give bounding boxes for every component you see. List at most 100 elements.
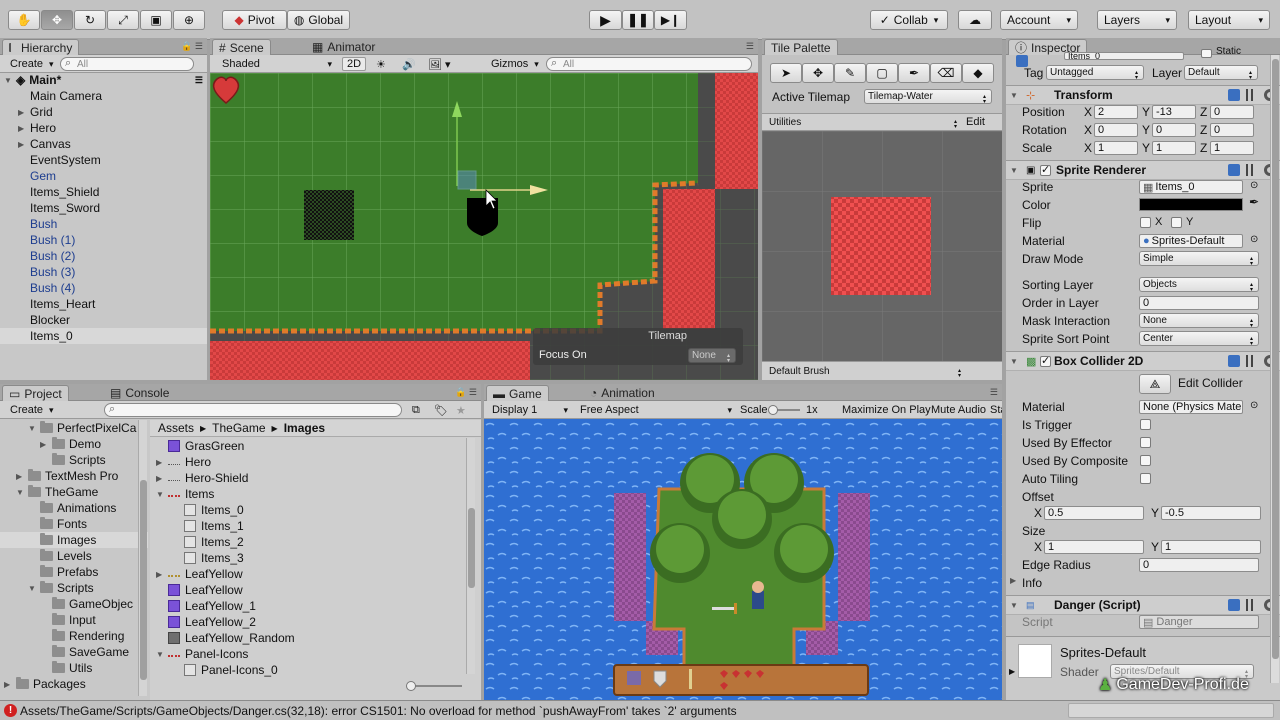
transform-tool-button[interactable]: ⊕	[173, 10, 205, 30]
shading-mode-dropdown[interactable]: Shaded	[222, 57, 332, 71]
pause-button[interactable]: ❚❚	[622, 10, 654, 30]
active-tilemap-dropdown[interactable]: Tilemap-Water	[864, 89, 992, 104]
folder-item[interactable]: Utils	[0, 660, 148, 676]
sprite-renderer-header[interactable]: ▼ ▣ Sprite Renderer	[1006, 160, 1280, 180]
breadcrumb-assets[interactable]: Assets	[158, 421, 194, 435]
hierarchy-item[interactable]: EventSystem	[0, 152, 207, 168]
asset-item[interactable]: Items_2	[150, 534, 468, 550]
tab-project[interactable]: ▭ Project	[2, 385, 69, 401]
expand-arrow-icon[interactable]: ▼	[28, 424, 40, 433]
static-checkbox[interactable]	[1201, 49, 1212, 58]
object-picker-icon[interactable]: ⊙	[1250, 400, 1258, 411]
asset-item[interactable]: LeafYellow	[150, 582, 468, 598]
gizmo-plane-handle[interactable]	[457, 170, 477, 190]
asset-item[interactable]: ▶ Hero-Shield	[150, 470, 468, 486]
box-collider-header[interactable]: ▼ ▩ Box Collider 2D	[1006, 351, 1280, 371]
material-field[interactable]: ● Sprites-Default	[1139, 234, 1243, 248]
gizmos-dropdown[interactable]: Gizmos	[491, 57, 539, 71]
hierarchy-item[interactable]: Bush	[0, 216, 207, 232]
folder-item[interactable]: Fonts	[0, 516, 148, 532]
size-x-field[interactable]: 1	[1044, 540, 1144, 554]
folder-item[interactable]: ▼ Scripts	[0, 580, 148, 596]
sprite-sort-point-dropdown[interactable]: Center	[1139, 331, 1259, 346]
hierarchy-item[interactable]: Items_Sword	[0, 200, 207, 216]
rotation-y-field[interactable]: 0	[1152, 123, 1196, 137]
danger-script-header[interactable]: ▼ ▤ Danger (Script)	[1006, 595, 1280, 615]
asset-list-scrollbar[interactable]	[466, 438, 475, 674]
eraser-button[interactable]: ⌫	[930, 63, 962, 83]
rect-tool-button[interactable]: ▣	[140, 10, 172, 30]
expand-arrow-icon[interactable]: ▶	[18, 124, 30, 133]
expand-arrow-icon[interactable]: ▼	[156, 650, 168, 659]
hierarchy-item[interactable]: Bush (4)	[0, 280, 207, 296]
project-search-input[interactable]	[104, 403, 402, 417]
collider-material-field[interactable]: None (Physics Material 2D)	[1139, 400, 1243, 414]
game-viewport[interactable]	[484, 419, 1002, 700]
hierarchy-search-input[interactable]: All	[60, 57, 194, 71]
sorting-layer-dropdown[interactable]: Objects	[1139, 277, 1259, 292]
hierarchy-item[interactable]: Items_Shield	[0, 184, 207, 200]
layout-dropdown[interactable]: Layout	[1188, 10, 1270, 30]
scene-root-row[interactable]: ▼ ◈ Main* ☰	[0, 72, 207, 88]
move-tile-button[interactable]: ✥	[802, 63, 834, 83]
flip-y-checkbox[interactable]	[1171, 217, 1182, 228]
expand-arrow-icon[interactable]: ▼	[16, 488, 28, 497]
blocker-sprite[interactable]	[304, 190, 354, 240]
tab-animation[interactable]: ◔ Animation	[584, 385, 661, 401]
asset-item[interactable]: Panel-Icons_0	[150, 662, 468, 678]
color-swatch[interactable]	[1139, 198, 1243, 211]
folder-item[interactable]: ▶ Packages	[0, 676, 148, 692]
expand-arrow-icon[interactable]: ▶	[1009, 667, 1015, 676]
help-book-icon[interactable]	[1228, 599, 1240, 611]
rotation-x-field[interactable]: 0	[1094, 123, 1138, 137]
breadcrumb-images[interactable]: Images	[284, 421, 325, 435]
object-name-field[interactable]: Items_0	[1064, 52, 1184, 60]
object-picker-icon[interactable]: ⊙	[1250, 234, 1258, 245]
layer-dropdown[interactable]: Default	[1184, 65, 1258, 80]
asset-item[interactable]: GrasGreen	[150, 438, 468, 454]
asset-item[interactable]: LeafYellow_1	[150, 598, 468, 614]
hierarchy-item[interactable]: Bush (1)	[0, 232, 207, 248]
box-fill-button[interactable]: ▢	[866, 63, 898, 83]
scene-effects-dropdown[interactable]: 🖼 ▾	[428, 57, 451, 71]
paint-brush-button[interactable]: ✎	[834, 63, 866, 83]
hierarchy-item[interactable]: ▶ Hero	[0, 120, 207, 136]
asset-item[interactable]: Items_1	[150, 518, 468, 534]
breadcrumb-thegame[interactable]: TheGame	[212, 421, 265, 435]
edit-collider-button[interactable]: ⟁	[1139, 374, 1171, 394]
tab-scene[interactable]: # Scene	[212, 39, 271, 55]
expand-arrow-icon[interactable]: ▶	[156, 458, 168, 467]
collapse-arrow-icon[interactable]: ▼	[1010, 601, 1022, 610]
asset-item[interactable]: Items_0	[150, 502, 468, 518]
transform-header[interactable]: ▼ ⊹ Transform	[1006, 85, 1280, 105]
expand-arrow-icon[interactable]: ▶	[18, 108, 30, 117]
sprite-renderer-enabled-checkbox[interactable]	[1040, 163, 1051, 176]
folder-item[interactable]: ▼ PerfectPixelCa	[0, 420, 148, 436]
preset-icon[interactable]	[1246, 599, 1258, 611]
info-foldout[interactable]: ▶ Info	[1010, 576, 1042, 590]
folder-item[interactable]: ▶ TextMesh Pro	[0, 468, 148, 484]
inspector-scrollbar[interactable]	[1270, 55, 1279, 683]
scene-audio-toggle[interactable]: 🔊	[402, 57, 416, 71]
scale-slider[interactable]	[768, 405, 800, 415]
expand-arrow-icon[interactable]: ▶	[16, 472, 28, 481]
palette-dropdown[interactable]: Utilities	[766, 115, 962, 130]
used-by-composite-checkbox[interactable]	[1140, 455, 1151, 466]
asset-item[interactable]: ▼ Panel-Icons	[150, 646, 468, 662]
move-tool-button[interactable]: ✥	[41, 10, 73, 30]
maximize-on-play-toggle[interactable]: Maximize On Play	[842, 403, 931, 417]
hierarchy-item[interactable]: Bush (2)	[0, 248, 207, 264]
hierarchy-item[interactable]: Gem	[0, 168, 207, 184]
collab-dropdown[interactable]: ✓ Collab	[870, 10, 948, 30]
draw-mode-dropdown[interactable]: Simple	[1139, 251, 1259, 266]
rotation-z-field[interactable]: 0	[1210, 123, 1254, 137]
position-x-field[interactable]: 2	[1094, 105, 1138, 119]
step-button[interactable]: ▶❙	[654, 10, 687, 30]
hand-tool-button[interactable]: ✋	[8, 10, 40, 30]
panel-menu-icon[interactable]: ☰	[746, 41, 754, 52]
global-button[interactable]: ◍ Global	[287, 10, 350, 30]
order-in-layer-field[interactable]: 0	[1139, 296, 1259, 310]
select-tool-button[interactable]: ➤	[770, 63, 802, 83]
size-y-field[interactable]: 1	[1161, 540, 1261, 554]
expand-arrow-icon[interactable]: ▶	[18, 140, 30, 149]
